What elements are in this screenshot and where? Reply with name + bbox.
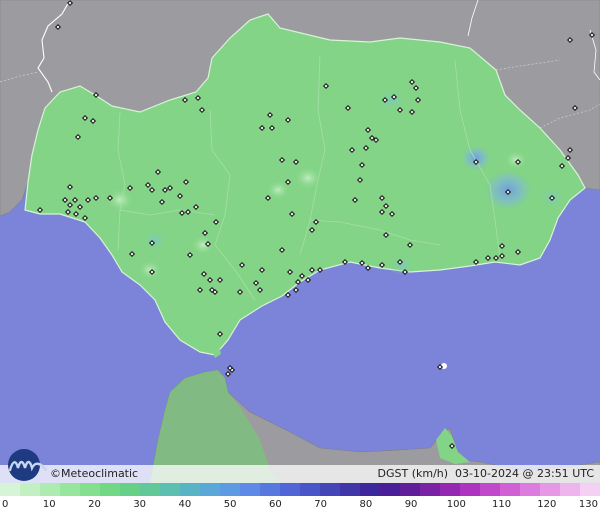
legend-label: 20 [88, 499, 101, 510]
legend-swatch [440, 483, 460, 496]
legend-swatch [380, 483, 400, 496]
gust-spot [460, 144, 492, 172]
legend-swatch [560, 483, 580, 496]
legend-swatch [360, 483, 380, 496]
legend-swatch [300, 483, 320, 496]
at-sign: @ [522, 467, 534, 480]
legend-label: 130 [578, 499, 598, 510]
legend-label: 10 [42, 499, 56, 510]
gust-spot [138, 260, 162, 280]
legend-swatch [0, 483, 20, 496]
legend-swatch [60, 483, 80, 496]
gust-spot [294, 166, 322, 190]
legend-label: 30 [133, 499, 147, 510]
legend-swatch [280, 483, 300, 496]
variable-unit: (km/h) [411, 467, 449, 480]
legend-swatch [180, 483, 200, 496]
credit-text: ©Meteoclimatic [50, 467, 139, 480]
legend-swatch [140, 483, 160, 496]
legend-swatch [120, 483, 140, 496]
legend-swatch [260, 483, 280, 496]
legend-swatch [240, 483, 260, 496]
legend-swatch [160, 483, 180, 496]
legend-swatch [80, 483, 100, 496]
weather-map[interactable] [0, 0, 600, 483]
legend-swatch [520, 483, 540, 496]
gust-spot [504, 150, 528, 170]
legend-labels: 0 10 20 30 40 50 60 70 80 90 100 110 120 130 [0, 497, 600, 515]
legend-label: 70 [314, 499, 327, 510]
gust-spot [191, 235, 215, 255]
timezone: UTC [572, 467, 594, 480]
map-info: DGST (km/h) 03-10-2024 @ 23:51 UTC [377, 466, 594, 482]
legend-label: 60 [269, 499, 282, 510]
legend-swatch [580, 483, 600, 496]
legend-label: 100 [446, 499, 466, 510]
legend-label: 90 [404, 499, 418, 510]
legend-swatch [500, 483, 520, 496]
legend-swatch [40, 483, 60, 496]
color-legend: 0 10 20 30 40 50 60 70 80 90 100 110 120 130 [0, 483, 600, 517]
legend-label: 120 [537, 499, 557, 510]
legend-swatch [480, 483, 500, 496]
legend-swatch [320, 483, 340, 496]
variable-name: DGST [377, 467, 409, 480]
legend-swatch [420, 483, 440, 496]
map-view: ©Meteoclimatic DGST (km/h) 03-10-2024 @ … [0, 0, 600, 517]
map-date: 03-10-2024 [455, 467, 519, 480]
legend-swatch [20, 483, 40, 496]
legend-label: 110 [491, 499, 512, 510]
legend-label: 0 [2, 499, 9, 510]
legend-swatch [460, 483, 480, 496]
legend-label: 50 [223, 499, 237, 510]
legend-swatch [200, 483, 220, 496]
legend-swatch [540, 483, 560, 496]
gust-spot [141, 228, 169, 252]
legend-swatch [340, 483, 360, 496]
legend-swatch [220, 483, 240, 496]
legend-color-bar [0, 483, 600, 496]
legend-swatch [400, 483, 420, 496]
legend-label: 40 [178, 499, 192, 510]
meteoclimatic-logo [8, 449, 48, 481]
legend-label: 80 [359, 499, 373, 510]
legend-swatch [100, 483, 120, 496]
map-time: 23:51 [536, 467, 569, 480]
